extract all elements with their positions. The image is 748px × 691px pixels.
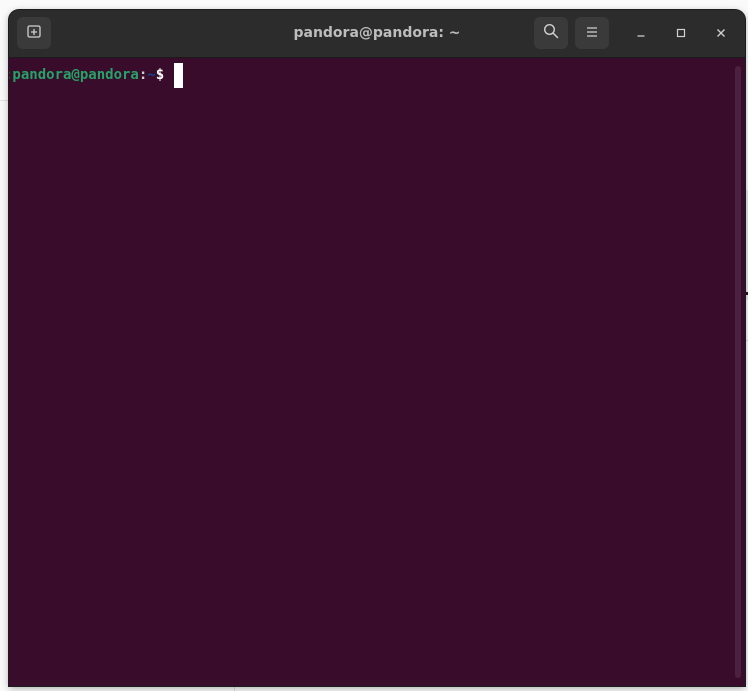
maximize-button[interactable] <box>670 22 692 44</box>
search-icon <box>543 23 559 43</box>
terminal-window: pandora@pandora: ~:pandora@pandora: ~ … <box>9 10 745 686</box>
prompt-colon: : <box>138 67 148 83</box>
minimize-button[interactable] <box>630 22 652 44</box>
minimize-icon <box>635 24 647 43</box>
prompt-path: ~ <box>147 67 156 83</box>
scrollbar[interactable] <box>735 66 741 678</box>
prompt-line: :pandora@pandora: ~ $ <box>9 62 183 88</box>
hamburger-menu-icon <box>585 24 599 43</box>
terminal-area[interactable]: :pandora@pandora: ~ $ <box>9 58 745 686</box>
prompt-user-host: :pandora@pandora <box>9 67 139 83</box>
prompt-symbol: $ <box>155 67 173 83</box>
new-tab-icon <box>26 23 42 43</box>
close-button[interactable] <box>710 22 732 44</box>
header-bar[interactable]: pandora@pandora: ~ <box>9 10 745 58</box>
maximize-icon <box>675 24 687 43</box>
search-button[interactable] <box>534 17 568 49</box>
new-tab-button[interactable] <box>17 17 51 49</box>
close-icon <box>715 24 727 43</box>
menu-button[interactable] <box>575 17 609 49</box>
text-cursor <box>173 62 183 88</box>
